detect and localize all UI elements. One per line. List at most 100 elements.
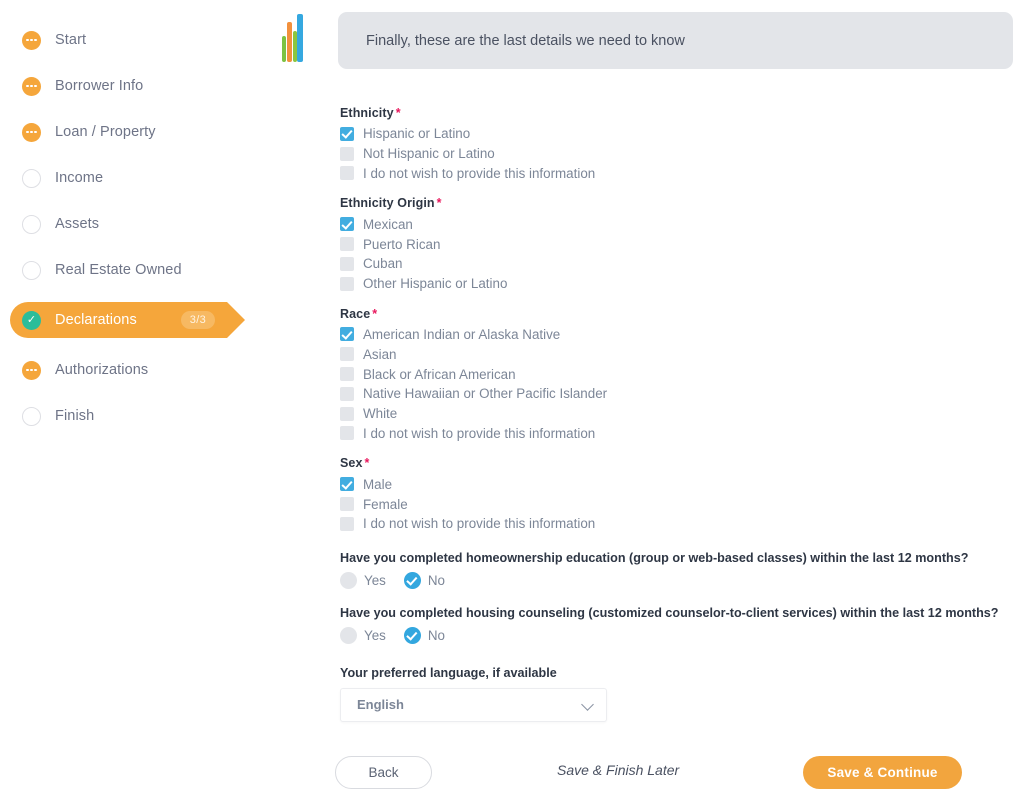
checkbox-option-label: Other Hispanic or Latino: [363, 276, 508, 292]
checkbox-unchecked-icon[interactable]: [340, 406, 354, 421]
checkbox-option[interactable]: White: [340, 404, 1000, 424]
group-title: Ethnicity Origin *: [340, 196, 1000, 210]
radio-group: Yes No: [340, 571, 1000, 589]
checkbox-option[interactable]: Male: [340, 474, 1000, 494]
checkbox-option-label: American Indian or Alaska Native: [363, 326, 561, 342]
preferred-language-block: Your preferred language, if available Eng…: [340, 666, 1000, 722]
radio-option-yes[interactable]: Yes: [340, 626, 386, 644]
preferred-language-select[interactable]: English: [340, 687, 607, 722]
save-finish-later-label: Save & Finish Later: [557, 762, 680, 778]
checkbox-option-label: Female: [363, 496, 408, 512]
checkbox-option[interactable]: Puerto Rican: [340, 234, 1000, 254]
radio-unselected-icon[interactable]: [340, 626, 357, 644]
checkbox-option-label: I do not wish to provide this informatio…: [363, 425, 596, 441]
step-pending-icon: [22, 260, 41, 280]
checkbox-unchecked-icon[interactable]: [340, 166, 354, 181]
sidebar-item-declarations[interactable]: ✓ Declarations 3/3: [10, 302, 245, 338]
checkbox-option-label: I do not wish to provide this informatio…: [363, 165, 596, 181]
instruction-text: Finally, these are the last details we n…: [366, 32, 685, 49]
checkbox-unchecked-icon[interactable]: [340, 256, 354, 271]
sidebar-item-label: Authorizations: [55, 362, 149, 378]
checkbox-option[interactable]: Other Hispanic or Latino: [340, 274, 1000, 294]
step-pending-icon: [22, 406, 41, 426]
checkbox-unchecked-icon[interactable]: [340, 367, 354, 382]
checkbox-option[interactable]: Black or African American: [340, 364, 1000, 384]
checkbox-option-label: Male: [363, 476, 393, 492]
sidebar-item-loan-property[interactable]: Loan / Property: [0, 118, 330, 146]
radio-selected-icon[interactable]: [403, 571, 421, 589]
checkbox-option[interactable]: Mexican: [340, 214, 1000, 234]
sidebar-item-start[interactable]: Start: [0, 26, 330, 54]
declarations-form: Ethnicity * Hispanic or Latino Not Hispanic…: [340, 106, 1000, 722]
checkbox-option[interactable]: Asian: [340, 344, 1000, 364]
checkbox-unchecked-icon[interactable]: [340, 276, 354, 291]
back-button[interactable]: Back: [335, 756, 432, 789]
checkbox-checked-icon[interactable]: [340, 477, 354, 492]
checkbox-checked-icon[interactable]: [340, 217, 354, 232]
checkbox-option-label: Black or African American: [363, 366, 516, 382]
checkbox-unchecked-icon[interactable]: [340, 497, 354, 512]
radio-selected-icon[interactable]: [403, 626, 421, 644]
checkbox-option[interactable]: I do not wish to provide this informatio…: [340, 164, 1000, 184]
sidebar-item-borrower-info[interactable]: Borrower Info: [0, 72, 330, 100]
checkbox-option-label: Not Hispanic or Latino: [363, 146, 495, 162]
checkbox-option[interactable]: Cuban: [340, 254, 1000, 274]
checkbox-option[interactable]: Not Hispanic or Latino: [340, 144, 1000, 164]
question-text: Have you completed homeownership educati…: [340, 550, 969, 565]
radio-option-no[interactable]: No: [403, 626, 445, 644]
chevron-down-icon: [581, 697, 594, 711]
sidebar-item-real-estate-owned[interactable]: Real Estate Owned: [0, 256, 330, 284]
yes-no-question: Have you completed homeownership educati…: [340, 551, 1000, 589]
checkbox-group: Sex * Male Female I do not wish to provide t…: [340, 456, 1000, 533]
checkbox-option-label: Hispanic or Latino: [363, 126, 471, 142]
checkbox-checked-icon[interactable]: [340, 126, 354, 141]
checkbox-option[interactable]: I do not wish to provide this informatio…: [340, 424, 1000, 444]
checkbox-option[interactable]: I do not wish to provide this informatio…: [340, 514, 1000, 534]
checkbox-checked-icon[interactable]: [340, 327, 354, 342]
checkbox-unchecked-icon[interactable]: [340, 386, 354, 401]
group-title-text: Ethnicity Origin: [340, 196, 435, 211]
checkbox-unchecked-icon[interactable]: [340, 516, 354, 531]
sidebar-item-assets[interactable]: Assets: [0, 210, 330, 238]
required-asterisk: *: [395, 106, 401, 120]
sidebar-item-finish[interactable]: Finish: [0, 402, 330, 430]
radio-option-label: Yes: [364, 627, 386, 643]
question-text: Have you completed housing counseling (c…: [340, 605, 999, 620]
radio-unselected-icon[interactable]: [340, 571, 357, 589]
checkbox-option[interactable]: Hispanic or Latino: [340, 124, 1000, 144]
sidebar-item-label: Loan / Property: [55, 124, 156, 140]
checkbox-option[interactable]: Female: [340, 494, 1000, 514]
radio-option-yes[interactable]: Yes: [340, 571, 386, 589]
checkbox-unchecked-icon[interactable]: [340, 237, 354, 252]
sidebar-item-label: Start: [55, 32, 87, 48]
checkbox-unchecked-icon[interactable]: [340, 426, 354, 441]
sidebar-item-label: Finish: [55, 408, 95, 424]
sidebar-item-authorizations[interactable]: Authorizations: [0, 356, 330, 384]
checkbox-unchecked-icon[interactable]: [340, 146, 354, 161]
checkbox-option[interactable]: Native Hawaiian or Other Pacific Islande…: [340, 384, 1000, 404]
radio-option-no[interactable]: No: [403, 571, 445, 589]
group-title: Sex *: [340, 456, 1000, 470]
sidebar-item-label: Real Estate Owned: [55, 262, 182, 278]
sidebar-item-label: Income: [55, 170, 104, 186]
group-title-text: Ethnicity: [340, 106, 394, 120]
required-asterisk: *: [364, 456, 370, 471]
checkbox-option-label: Puerto Rican: [363, 236, 441, 252]
checkbox-option-label: Mexican: [363, 216, 413, 232]
save-finish-later-link[interactable]: Save & Finish Later: [557, 762, 679, 778]
sidebar-item-label: Declarations: [55, 312, 137, 328]
sidebar-item-label: Borrower Info: [55, 78, 144, 94]
group-title: Ethnicity *: [340, 106, 1000, 120]
preferred-language-value: English: [357, 697, 404, 713]
checkbox-option[interactable]: American Indian or Alaska Native: [340, 325, 1000, 345]
checkbox-group: Ethnicity Origin * Mexican Puerto Rican Cuba…: [340, 196, 1000, 293]
checkbox-unchecked-icon[interactable]: [340, 347, 354, 362]
save-continue-button[interactable]: Save & Continue: [803, 756, 962, 789]
group-title: Race *: [340, 307, 1000, 321]
step-progress-icon: [22, 30, 41, 50]
checkbox-option-label: White: [363, 406, 398, 422]
progress-sidebar: Start Borrower Info Loan / Property Income A…: [0, 0, 330, 798]
sidebar-item-income[interactable]: Income: [0, 164, 330, 192]
back-button-label: Back: [368, 765, 399, 780]
checkbox-option-label: Asian: [363, 346, 397, 362]
